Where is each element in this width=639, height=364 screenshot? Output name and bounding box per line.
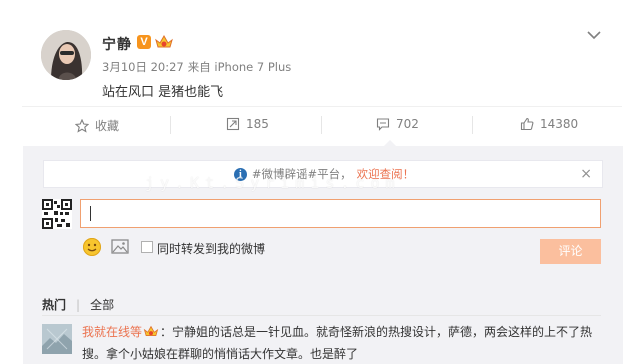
post-source: 来自 iPhone 7 Plus [187, 60, 292, 74]
comment-avatar[interactable] [42, 324, 72, 354]
vip-crown-icon [155, 34, 173, 50]
tab-hot[interactable]: 热门 [42, 296, 66, 313]
post-date[interactable]: 3月10日 20:27 [102, 60, 184, 74]
repost-checkbox[interactable] [141, 241, 153, 253]
divider [22, 106, 622, 107]
post-username[interactable]: 宁静 [102, 34, 132, 54]
divider [170, 116, 171, 134]
vip-crown-icon [143, 325, 159, 336]
repost-count: 185 [246, 117, 269, 131]
comment-icon [376, 118, 390, 131]
comment-text-continued: 搜。拿个小姑娘在群聊的悄悄话大作文章。也是醉了 [82, 347, 359, 361]
close-icon[interactable]: × [580, 166, 592, 182]
favorite-label: 收藏 [95, 119, 120, 133]
comment-username[interactable]: 我就在线等 [82, 325, 142, 339]
like-button[interactable]: 14380 [520, 117, 578, 131]
repost-icon [226, 117, 240, 131]
watermark: jy.Kt.Syrimis.com [145, 174, 401, 192]
comment-button[interactable]: 702 [376, 117, 419, 131]
comment-tabs: 热门 | 全部 [42, 296, 114, 313]
divider [42, 315, 601, 316]
tab-all[interactable]: 全部 [90, 296, 114, 313]
divider [321, 116, 322, 134]
qr-code-icon[interactable] [42, 199, 72, 229]
thumbs-up-icon [520, 117, 534, 131]
comment-count: 702 [396, 117, 419, 131]
post-text: 站在风口 是猪也能飞 [102, 85, 224, 100]
verified-badge-icon: V [137, 35, 151, 49]
text-caret [90, 206, 91, 221]
emoji-icon[interactable] [83, 238, 101, 256]
chevron-down-icon[interactable] [586, 26, 602, 40]
avatar[interactable] [41, 30, 91, 80]
like-count: 14380 [540, 117, 579, 131]
star-icon [75, 118, 89, 133]
repost-checkbox-label[interactable]: 同时转发到我的微博 [157, 240, 265, 257]
comment-text: 我就在线等 ：宁静姐的话总是一针见血。就奇怪新浪的热搜设计，萨德，两会这样的上不了… [82, 323, 592, 340]
repost-button[interactable]: 185 [226, 117, 269, 131]
submit-comment-button[interactable]: 评论 [540, 239, 601, 264]
comment-body: ：宁静姐的话总是一针见血。就奇怪新浪的热搜设计，萨德，两会这样的上不了热 [160, 325, 593, 339]
image-icon[interactable] [111, 239, 129, 254]
comment-input[interactable] [80, 199, 601, 228]
favorite-button[interactable]: 收藏 [75, 117, 119, 134]
post-meta: 3月10日 20:27 来自 iPhone 7 Plus [102, 59, 291, 75]
divider [472, 116, 473, 134]
tab-divider: | [76, 297, 81, 312]
